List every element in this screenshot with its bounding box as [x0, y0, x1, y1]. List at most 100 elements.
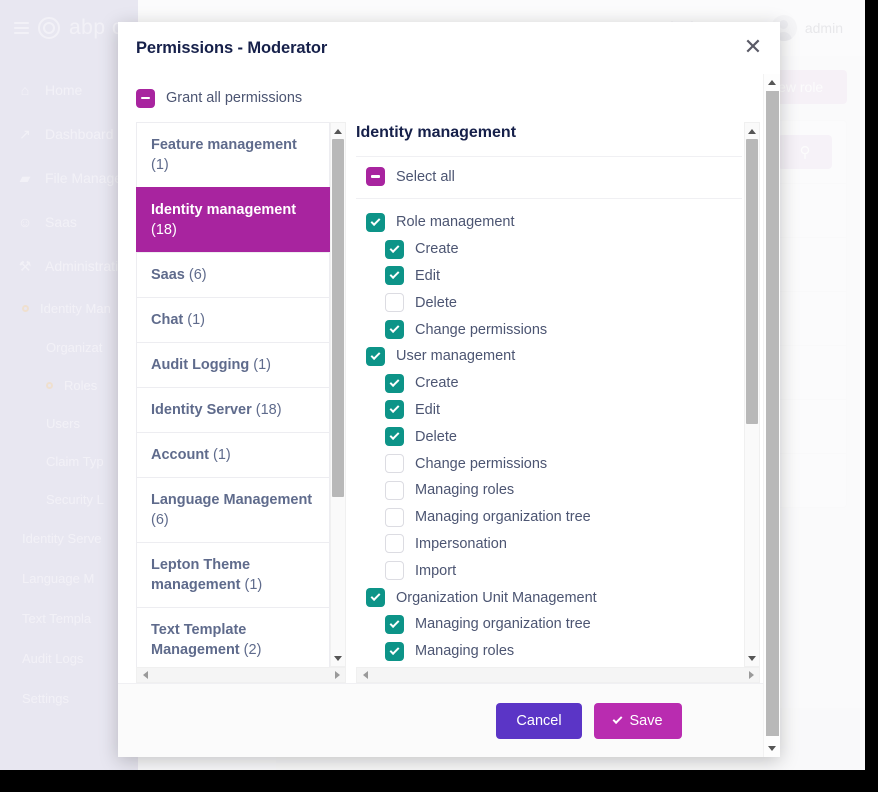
permission-row[interactable]: Role management [356, 209, 742, 236]
check-icon [370, 216, 381, 226]
grant-all-permissions-row[interactable]: Grant all permissions [136, 74, 762, 122]
tab-count: (1) [213, 447, 231, 463]
modal-header: Permissions - Moderator ✕ [118, 22, 780, 74]
permission-checkbox[interactable] [366, 346, 385, 366]
tab-label: Saas [151, 267, 185, 283]
scroll-track[interactable] [764, 91, 781, 740]
permission-checkbox[interactable] [385, 320, 404, 340]
permission-row[interactable]: Managing organization tree [356, 611, 742, 638]
permission-checkbox[interactable] [366, 588, 385, 608]
tab-count: (6) [188, 267, 207, 283]
scroll-down-icon[interactable] [330, 650, 346, 666]
permission-checkbox[interactable] [385, 507, 404, 527]
permission-label: Create [415, 241, 459, 258]
permission-list: Role management Create Edit Delete Change pe… [356, 199, 742, 665]
select-all-label: Select all [396, 168, 455, 185]
permission-checkbox[interactable] [385, 641, 404, 661]
tab-label: Lepton Theme management [151, 557, 251, 593]
permission-row[interactable]: Edit [356, 263, 742, 290]
scroll-right-icon[interactable] [329, 667, 345, 683]
tab-list-horizontal-scrollbar[interactable] [136, 667, 346, 683]
permission-checkbox[interactable] [366, 212, 385, 232]
permission-label: Managing organization tree [415, 616, 591, 633]
permission-row[interactable]: Edit [356, 397, 742, 424]
permission-row[interactable]: Change permissions [356, 316, 742, 343]
permission-label: Managing roles [415, 482, 515, 499]
scroll-thumb[interactable] [765, 91, 779, 736]
permission-label: Delete [415, 294, 457, 311]
scroll-left-icon[interactable] [137, 667, 153, 683]
permission-row[interactable]: Managing organization tree [356, 504, 742, 531]
check-icon [389, 376, 400, 387]
permission-row[interactable]: Delete [356, 423, 742, 450]
permission-label: Organization Unit Management [396, 589, 597, 606]
tab-label: Text Template Management [151, 622, 247, 658]
grant-all-checkbox[interactable] [136, 88, 155, 108]
scroll-thumb[interactable] [332, 139, 344, 497]
permission-row[interactable]: Managing roles [356, 638, 742, 665]
check-icon [389, 430, 400, 441]
tab-chat[interactable]: Chat (1) [136, 297, 330, 342]
tab-language-management[interactable]: Language Management (6) [136, 477, 330, 542]
tab-list-vertical-scrollbar[interactable] [330, 122, 346, 667]
permission-checkbox[interactable] [385, 400, 404, 420]
scroll-thumb[interactable] [746, 139, 758, 424]
check-icon [389, 617, 400, 628]
tab-identity-server[interactable]: Identity Server (18) [136, 387, 330, 432]
permission-row[interactable]: User management [356, 343, 742, 370]
scroll-up-icon[interactable] [744, 123, 760, 139]
permission-checkbox[interactable] [385, 561, 404, 581]
permission-row[interactable]: Managing roles [356, 477, 742, 504]
tab-text-template-management[interactable]: Text Template Management (2) [136, 607, 330, 667]
permission-checkbox[interactable] [385, 239, 404, 259]
tab-feature-management[interactable]: Feature management (1) [136, 122, 330, 187]
close-icon[interactable]: ✕ [740, 35, 766, 61]
scroll-up-icon[interactable] [330, 123, 346, 139]
permission-checkbox[interactable] [385, 427, 404, 447]
permission-checkbox[interactable] [385, 614, 404, 634]
permission-checkbox[interactable] [385, 480, 404, 500]
permission-vertical-scrollbar[interactable] [744, 122, 760, 667]
scroll-track[interactable] [744, 139, 760, 650]
permission-row[interactable]: Import [356, 557, 742, 584]
scroll-track[interactable] [330, 139, 346, 650]
permission-label: Edit [415, 401, 440, 418]
scroll-left-icon[interactable] [357, 667, 373, 683]
tab-label: Language Management [151, 492, 313, 508]
permission-row[interactable]: Organization Unit Management [356, 584, 742, 611]
check-icon [389, 403, 400, 414]
scroll-up-icon[interactable] [764, 74, 781, 91]
tab-audit-logging[interactable]: Audit Logging (1) [136, 342, 330, 387]
permission-label: Change permissions [415, 321, 548, 338]
permission-checkbox[interactable] [385, 266, 404, 286]
permission-checkbox[interactable] [385, 454, 404, 474]
permission-checkbox[interactable] [385, 373, 404, 393]
permission-row[interactable]: Impersonation [356, 531, 742, 558]
tab-list: Feature management (1) Identity managemen… [136, 122, 330, 667]
select-all-checkbox[interactable] [366, 167, 385, 186]
cancel-button[interactable]: Cancel [496, 702, 582, 739]
modal-body: Grant all permissions Feature management… [118, 74, 780, 683]
permission-row[interactable]: Create [356, 370, 742, 397]
permission-row[interactable]: Delete [356, 289, 742, 316]
tab-count: (18) [255, 402, 282, 418]
permission-checkbox[interactable] [385, 534, 404, 554]
scroll-track-h[interactable] [153, 667, 329, 683]
scroll-down-icon[interactable] [744, 650, 760, 666]
tab-label: Feature management [151, 137, 297, 153]
tab-identity-management[interactable]: Identity management (18) [136, 187, 330, 252]
scroll-down-icon[interactable] [764, 740, 781, 757]
permission-row[interactable]: Change permissions [356, 450, 742, 477]
permission-horizontal-scrollbar[interactable] [356, 667, 760, 683]
scroll-track-h[interactable] [373, 667, 743, 683]
permission-checkbox[interactable] [385, 293, 404, 313]
select-all-row[interactable]: Select all [356, 156, 742, 199]
save-button[interactable]: Save [594, 702, 682, 739]
permission-row[interactable]: Create [356, 236, 742, 263]
check-icon [370, 350, 381, 360]
modal-vertical-scrollbar[interactable] [763, 74, 780, 757]
tab-saas[interactable]: Saas (6) [136, 252, 330, 297]
tab-lepton-theme-management[interactable]: Lepton Theme management (1) [136, 542, 330, 607]
scroll-right-icon[interactable] [743, 667, 759, 683]
tab-account[interactable]: Account (1) [136, 432, 330, 477]
